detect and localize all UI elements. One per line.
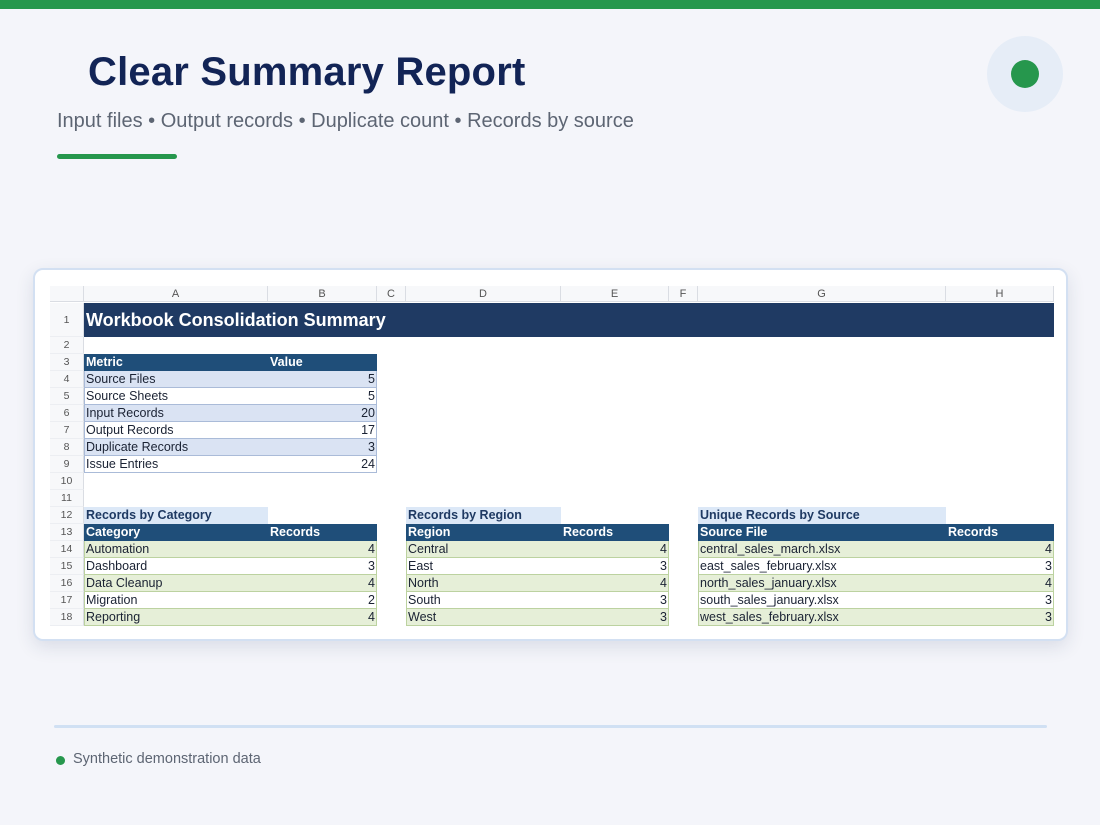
table-border [1053,541,1054,626]
table-border [376,371,377,473]
row-header-12[interactable]: 12 [50,507,84,524]
category-name-cell[interactable]: Migration [84,592,268,609]
table-border [84,541,85,626]
table-border [84,371,85,473]
row-header-16[interactable]: 16 [50,575,84,592]
metric-label-cell[interactable]: Source Sheets [84,388,268,405]
metric-value-cell[interactable]: 17 [268,422,377,439]
status-indicator [987,36,1063,112]
sheet-banner[interactable]: Workbook Consolidation Summary [84,303,1054,337]
table-border [406,541,407,626]
category-records-cell[interactable]: 4 [268,541,377,558]
region-records-cell[interactable]: 3 [561,609,669,626]
source-header-records[interactable]: Records [946,524,1054,541]
column-header-g[interactable]: G [698,286,946,302]
metric-label-cell[interactable]: Input Records [84,405,268,422]
category-name-cell[interactable]: Data Cleanup [84,575,268,592]
source-name-cell[interactable]: central_sales_march.xlsx [698,541,946,558]
source-name-cell[interactable]: west_sales_february.xlsx [698,609,946,626]
page-title: Clear Summary Report [88,50,526,94]
table-border [668,541,669,626]
status-dot-icon [1011,60,1039,88]
metric-value-cell[interactable]: 5 [268,388,377,405]
category-header-name[interactable]: Category [84,524,268,541]
region-records-cell[interactable]: 4 [561,575,669,592]
row-header-8[interactable]: 8 [50,439,84,456]
metric-value-cell[interactable]: 24 [268,456,377,473]
row-header-15[interactable]: 15 [50,558,84,575]
region-name-cell[interactable]: East [406,558,561,575]
row-header-2[interactable]: 2 [50,337,84,354]
region-name-cell[interactable]: West [406,609,561,626]
select-all-corner[interactable] [50,286,84,302]
metrics-header-metric[interactable]: Metric [84,354,268,371]
row-header-17[interactable]: 17 [50,592,84,609]
row-header-4[interactable]: 4 [50,371,84,388]
row-header-13[interactable]: 13 [50,524,84,541]
footer-bullet-icon [56,756,65,765]
metric-value-cell[interactable]: 5 [268,371,377,388]
region-section-title[interactable]: Records by Region [406,507,561,524]
row-header-1[interactable]: 1 [50,303,84,337]
category-records-cell[interactable]: 3 [268,558,377,575]
row-header-6[interactable]: 6 [50,405,84,422]
category-section-title[interactable]: Records by Category [84,507,268,524]
source-header-name[interactable]: Source File [698,524,946,541]
source-records-cell[interactable]: 3 [946,558,1054,575]
category-records-cell[interactable]: 4 [268,575,377,592]
column-header-e[interactable]: E [561,286,669,302]
row-header-9[interactable]: 9 [50,456,84,473]
column-header-a[interactable]: A [84,286,268,302]
top-accent-bar [0,0,1100,9]
category-header-records[interactable]: Records [268,524,377,541]
metric-label-cell[interactable]: Issue Entries [84,456,268,473]
row-header-10[interactable]: 10 [50,473,84,490]
source-records-cell[interactable]: 4 [946,575,1054,592]
category-name-cell[interactable]: Dashboard [84,558,268,575]
metric-label-cell[interactable]: Output Records [84,422,268,439]
page-subtitle: Input files • Output records • Duplicate… [57,110,634,132]
region-name-cell[interactable]: North [406,575,561,592]
row-header-5[interactable]: 5 [50,388,84,405]
column-header-f[interactable]: F [669,286,698,302]
row-header-7[interactable]: 7 [50,422,84,439]
row-header-11[interactable]: 11 [50,490,84,507]
region-records-cell[interactable]: 3 [561,558,669,575]
metric-value-cell[interactable]: 3 [268,439,377,456]
metrics-header-value[interactable]: Value [268,354,377,371]
table-border [698,541,699,626]
column-header-c[interactable]: C [377,286,406,302]
source-records-cell[interactable]: 3 [946,592,1054,609]
category-records-cell[interactable]: 2 [268,592,377,609]
source-records-cell[interactable]: 4 [946,541,1054,558]
spreadsheet-card: Workbook Consolidation Summary ABCDEFGH 1… [33,268,1068,641]
table-border [376,541,377,626]
source-section-title[interactable]: Unique Records by Source [698,507,946,524]
source-name-cell[interactable]: east_sales_february.xlsx [698,558,946,575]
row-header-3[interactable]: 3 [50,354,84,371]
metric-value-cell[interactable]: 20 [268,405,377,422]
source-name-cell[interactable]: south_sales_january.xlsx [698,592,946,609]
region-header-records[interactable]: Records [561,524,669,541]
source-name-cell[interactable]: north_sales_january.xlsx [698,575,946,592]
region-name-cell[interactable]: Central [406,541,561,558]
category-records-cell[interactable]: 4 [268,609,377,626]
category-name-cell[interactable]: Automation [84,541,268,558]
source-records-cell[interactable]: 3 [946,609,1054,626]
column-header-b[interactable]: B [268,286,377,302]
title-underline [57,154,177,159]
row-header-14[interactable]: 14 [50,541,84,558]
metric-label-cell[interactable]: Source Files [84,371,268,388]
region-records-cell[interactable]: 3 [561,592,669,609]
region-records-cell[interactable]: 4 [561,541,669,558]
row-header-18[interactable]: 18 [50,609,84,626]
metric-label-cell[interactable]: Duplicate Records [84,439,268,456]
region-name-cell[interactable]: South [406,592,561,609]
column-header-d[interactable]: D [406,286,561,302]
column-header-h[interactable]: H [946,286,1054,302]
region-header-name[interactable]: Region [406,524,561,541]
category-name-cell[interactable]: Reporting [84,609,268,626]
footer-note: Synthetic demonstration data [73,751,261,767]
footer-divider [54,725,1047,728]
